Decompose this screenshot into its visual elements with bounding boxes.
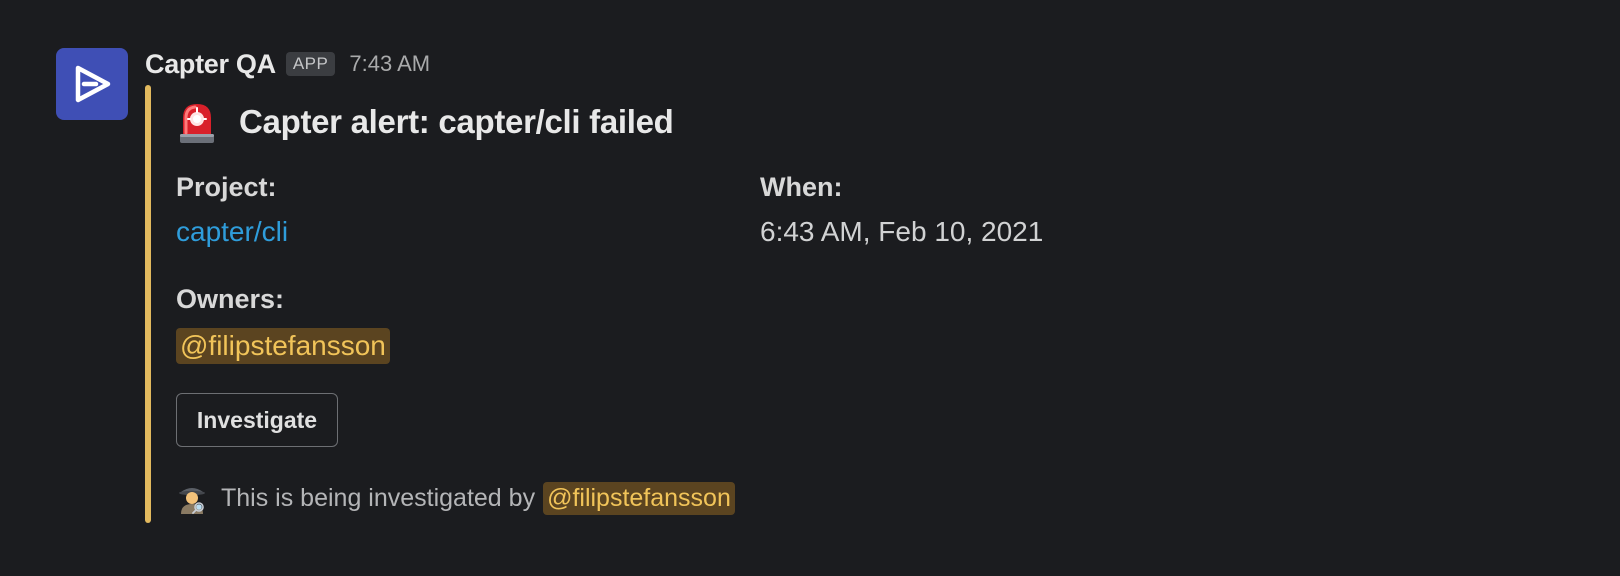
app-badge: APP [285, 52, 336, 76]
owner-mention[interactable]: @filipstefansson [176, 328, 390, 364]
detective-icon [179, 488, 205, 514]
context-text: This is being investigated by [221, 483, 536, 512]
message-timestamp[interactable]: 7:43 AM [349, 51, 430, 77]
owners-label: Owners: [176, 284, 285, 314]
project-link[interactable]: capter/cli [176, 216, 288, 248]
rotating-light-icon [180, 104, 214, 143]
app-avatar[interactable] [56, 48, 128, 120]
investigate-button[interactable]: Investigate [176, 393, 338, 447]
message-header: Capter QA APP 7:43 AM [145, 46, 430, 82]
alert-title-row: Capter alert: capter/cli failed [177, 97, 674, 147]
sender-name[interactable]: Capter QA [145, 49, 276, 80]
project-label: Project: [176, 172, 277, 202]
capter-logo-icon [75, 65, 111, 103]
message-view: Capter QA APP 7:43 AM Capter alert: capt… [0, 0, 1620, 576]
context-row: This is being investigated by @filipstef… [177, 478, 735, 518]
alert-title: Capter alert: capter/cli failed [239, 103, 674, 140]
when-label: When: [760, 172, 843, 202]
investigator-mention[interactable]: @filipstefansson [543, 481, 735, 515]
when-value: 6:43 AM, Feb 10, 2021 [760, 216, 1044, 247]
attachment-accent-bar [145, 85, 151, 523]
